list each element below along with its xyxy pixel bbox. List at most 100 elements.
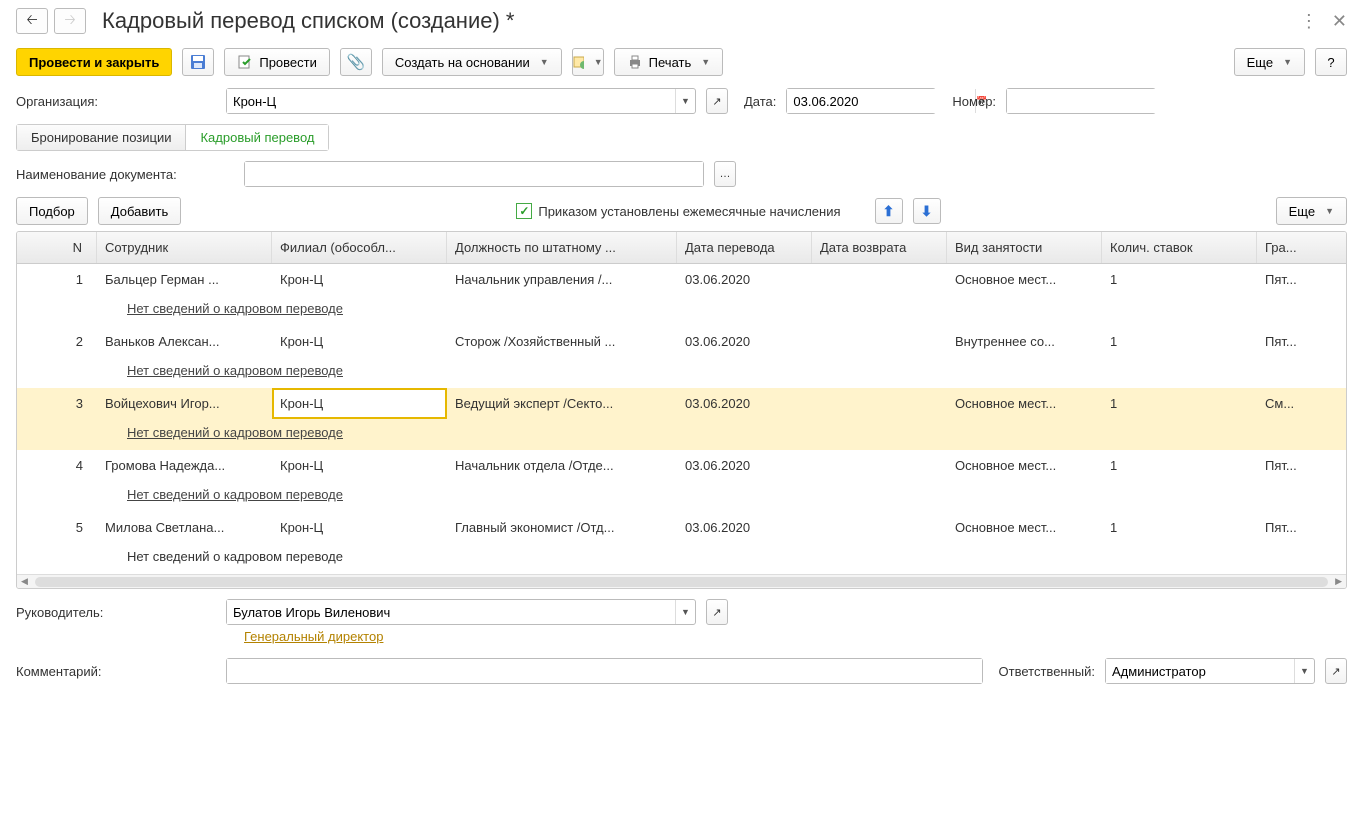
grid-hscroll[interactable]: ◀ ▶: [17, 574, 1346, 588]
no-transfer-info-link[interactable]: Нет сведений о кадровом переводе: [127, 425, 343, 440]
org-open-button[interactable]: ↗: [706, 88, 728, 114]
goto-button[interactable]: ▼: [572, 48, 604, 76]
cell[interactable]: Крон-Ц: [272, 326, 447, 357]
responsible-open-button[interactable]: ↗: [1325, 658, 1347, 684]
col-header-rate-count[interactable]: Колич. ставок: [1102, 232, 1257, 263]
cell[interactable]: 1: [17, 264, 97, 295]
cell[interactable]: Главный экономист /Отд...: [447, 512, 677, 543]
table-row[interactable]: 2Ваньков Алексан...Крон-ЦСторож /Хозяйст…: [17, 326, 1346, 357]
cell[interactable]: Начальник отдела /Отде...: [447, 450, 677, 481]
cell[interactable]: Крон-Ц: [272, 512, 447, 543]
no-transfer-info-link[interactable]: Нет сведений о кадровом переводе: [127, 301, 343, 316]
responsible-dropdown-icon[interactable]: ▼: [1294, 659, 1314, 683]
cell[interactable]: Крон-Ц: [272, 264, 447, 295]
print-button[interactable]: Печать▼: [614, 48, 724, 76]
save-button[interactable]: [182, 48, 214, 76]
cell[interactable]: [812, 450, 947, 481]
cell[interactable]: 1: [1102, 450, 1257, 481]
date-input[interactable]: [787, 89, 975, 113]
org-input[interactable]: [227, 89, 675, 113]
cell[interactable]: 1: [1102, 326, 1257, 357]
col-header-position[interactable]: Должность по штатному ...: [447, 232, 677, 263]
help-button[interactable]: ?: [1315, 48, 1347, 76]
cell[interactable]: Бальцер Герман ...: [97, 264, 272, 295]
number-input[interactable]: [1007, 89, 1195, 113]
table-row[interactable]: 4Громова Надежда...Крон-ЦНачальник отдел…: [17, 450, 1346, 481]
table-row[interactable]: 5Милова Светлана...Крон-ЦГлавный экономи…: [17, 512, 1346, 543]
cell[interactable]: Крон-Ц: [272, 450, 447, 481]
cell[interactable]: Ваньков Алексан...: [97, 326, 272, 357]
cell[interactable]: 1: [1102, 512, 1257, 543]
no-transfer-info-link[interactable]: Нет сведений о кадровом переводе: [127, 487, 343, 502]
scroll-left-icon[interactable]: ◀: [21, 576, 28, 587]
cell[interactable]: [812, 512, 947, 543]
docname-input[interactable]: [245, 162, 703, 186]
cell[interactable]: Ведущий эксперт /Секто...: [447, 388, 677, 419]
cell[interactable]: Крон-Ц: [272, 388, 447, 419]
cell[interactable]: Основное мест...: [947, 512, 1102, 543]
cell[interactable]: Основное мест...: [947, 450, 1102, 481]
col-header-employee[interactable]: Сотрудник: [97, 232, 272, 263]
cell[interactable]: 03.06.2020: [677, 388, 812, 419]
org-dropdown-icon[interactable]: ▼: [675, 89, 695, 113]
manager-open-button[interactable]: ↗: [706, 599, 728, 625]
cell[interactable]: 5: [17, 512, 97, 543]
cell[interactable]: 03.06.2020: [677, 326, 812, 357]
select-employees-button[interactable]: Подбор: [16, 197, 88, 225]
move-up-button[interactable]: ⬆: [875, 198, 903, 224]
responsible-field[interactable]: ▼: [1105, 658, 1315, 684]
cell[interactable]: [812, 264, 947, 295]
date-field[interactable]: 📅: [786, 88, 936, 114]
manager-dropdown-icon[interactable]: ▼: [675, 600, 695, 624]
comment-input[interactable]: [227, 659, 982, 683]
cell[interactable]: Милова Светлана...: [97, 512, 272, 543]
table-row[interactable]: 1Бальцер Герман ...Крон-ЦНачальник управ…: [17, 264, 1346, 295]
cell[interactable]: Громова Надежда...: [97, 450, 272, 481]
more-button[interactable]: Еще▼: [1234, 48, 1305, 76]
org-field[interactable]: ▼: [226, 88, 696, 114]
col-header-return-date[interactable]: Дата возврата: [812, 232, 947, 263]
col-header-n[interactable]: N: [17, 232, 97, 263]
no-transfer-info-link[interactable]: Нет сведений о кадровом переводе: [127, 363, 343, 378]
col-header-branch[interactable]: Филиал (обособл...: [272, 232, 447, 263]
monthly-accruals-checkbox[interactable]: ✓ Приказом установлены ежемесячные начис…: [516, 203, 840, 219]
tab-transfer[interactable]: Кадровый перевод: [186, 125, 328, 150]
add-row-button[interactable]: Добавить: [98, 197, 181, 225]
cell[interactable]: Начальник управления /...: [447, 264, 677, 295]
nav-back-button[interactable]: 🡠: [16, 8, 48, 34]
cell[interactable]: Основное мест...: [947, 388, 1102, 419]
cell[interactable]: 1: [1102, 388, 1257, 419]
scroll-thumb[interactable]: [35, 577, 1328, 587]
more-menu-icon[interactable]: ⋮: [1300, 11, 1318, 32]
comment-field[interactable]: [226, 658, 983, 684]
cell[interactable]: [812, 388, 947, 419]
cell[interactable]: [812, 326, 947, 357]
cell[interactable]: 3: [17, 388, 97, 419]
cell[interactable]: Пят...: [1257, 326, 1317, 357]
attach-button[interactable]: 📎: [340, 48, 372, 76]
cell[interactable]: 03.06.2020: [677, 264, 812, 295]
post-and-close-button[interactable]: Провести и закрыть: [16, 48, 172, 76]
scroll-right-icon[interactable]: ▶: [1335, 576, 1342, 587]
cell[interactable]: Сторож /Хозяйственный ...: [447, 326, 677, 357]
manager-title-link[interactable]: Генеральный директор: [244, 629, 1347, 644]
cell[interactable]: Внутреннее со...: [947, 326, 1102, 357]
col-header-schedule[interactable]: Гра...: [1257, 232, 1317, 263]
manager-field[interactable]: ▼: [226, 599, 696, 625]
number-field[interactable]: [1006, 88, 1156, 114]
col-header-employment[interactable]: Вид занятости: [947, 232, 1102, 263]
cell[interactable]: Пят...: [1257, 264, 1317, 295]
post-button[interactable]: Провести: [224, 48, 330, 76]
manager-input[interactable]: [227, 600, 675, 624]
cell[interactable]: См...: [1257, 388, 1317, 419]
tab-reserve[interactable]: Бронирование позиции: [17, 125, 186, 150]
move-down-button[interactable]: ⬇: [913, 198, 941, 224]
cell[interactable]: Основное мест...: [947, 264, 1102, 295]
col-header-transfer-date[interactable]: Дата перевода: [677, 232, 812, 263]
nav-forward-button[interactable]: 🡢: [54, 8, 86, 34]
cell[interactable]: 4: [17, 450, 97, 481]
table-row[interactable]: 3Войцехович Игор...Крон-ЦВедущий эксперт…: [17, 388, 1346, 419]
grid-more-button[interactable]: Еще▼: [1276, 197, 1347, 225]
cell[interactable]: Пят...: [1257, 450, 1317, 481]
docname-field[interactable]: [244, 161, 704, 187]
